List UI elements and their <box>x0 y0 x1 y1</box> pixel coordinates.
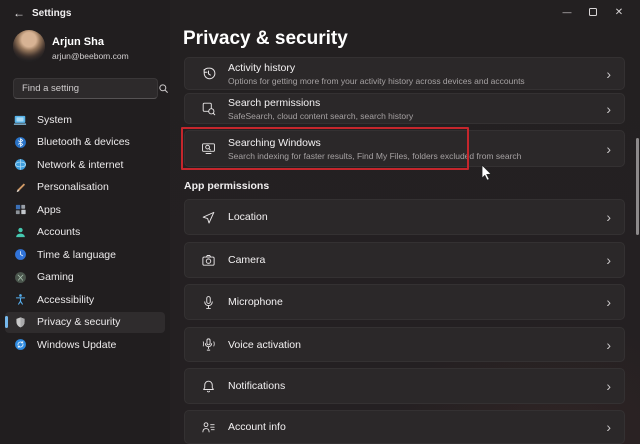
sidebar-item-label: Bluetooth & devices <box>37 136 130 148</box>
close-icon: ✕ <box>614 6 624 18</box>
chevron-right-icon: › <box>606 140 611 157</box>
sidebar-item-network-internet[interactable]: Network & internet <box>5 154 165 175</box>
sidebar-item-privacy-security[interactable]: Privacy & security <box>5 311 165 333</box>
card-title: Microphone <box>228 296 283 308</box>
card-account-info[interactable]: Account info › <box>184 410 625 444</box>
chevron-right-icon: › <box>606 209 611 225</box>
sidebar-item-accounts[interactable]: Accounts <box>5 222 165 243</box>
sidebar-item-time-language[interactable]: Time & language <box>5 244 165 265</box>
card-title: Camera <box>228 254 266 266</box>
chevron-right-icon: › <box>606 378 611 394</box>
card-title: Search permissions <box>228 96 321 109</box>
paintbrush-icon <box>13 180 27 194</box>
card-title: Location <box>228 211 268 223</box>
chevron-right-icon: › <box>606 252 611 268</box>
card-title: Notifications <box>228 380 286 392</box>
sidebar-item-personalisation[interactable]: Personalisation <box>5 177 165 198</box>
back-button[interactable]: ← <box>8 3 30 23</box>
sidebar-item-label: Apps <box>37 203 61 216</box>
sidebar-item-label: Gaming <box>37 271 74 283</box>
mouse-cursor-icon <box>481 164 493 181</box>
search-permissions-icon <box>200 101 216 117</box>
sidebar-item-apps[interactable]: Apps <box>5 199 165 220</box>
microphone-icon <box>200 294 216 310</box>
sidebar-item-label: Personalisation <box>37 181 109 193</box>
minimize-icon: — <box>562 7 572 17</box>
clock-icon <box>13 248 27 262</box>
minimize-button[interactable]: — <box>554 2 580 22</box>
sidebar-item-system[interactable]: System <box>5 109 165 130</box>
card-title: Account info <box>228 421 286 433</box>
camera-icon <box>200 252 216 268</box>
card-camera[interactable]: Camera › <box>184 242 625 278</box>
accessibility-person-icon <box>13 293 27 307</box>
apps-grid-icon <box>13 203 27 217</box>
selected-indicator <box>5 316 8 328</box>
back-arrow-icon: ← <box>13 6 25 20</box>
globe-icon <box>13 158 27 172</box>
close-button[interactable]: ✕ <box>606 2 632 22</box>
window-controls: — ✕ <box>554 2 632 22</box>
avatar[interactable] <box>13 30 45 62</box>
sidebar-nav: System Bluetooth & devices Network & int… <box>0 109 170 357</box>
chevron-right-icon: › <box>606 419 611 435</box>
bluetooth-icon <box>13 135 27 149</box>
bell-icon <box>200 378 216 394</box>
person-icon <box>13 225 27 239</box>
chevron-right-icon: › <box>606 65 611 82</box>
highlight-annotation-box <box>181 127 469 170</box>
sidebar-item-label: Privacy & security <box>37 316 121 328</box>
chevron-right-icon: › <box>606 294 611 310</box>
sidebar-item-accessibility[interactable]: Accessibility <box>5 289 165 310</box>
sidebar-item-bluetooth-devices[interactable]: Bluetooth & devices <box>5 132 165 153</box>
xbox-icon <box>13 270 27 284</box>
profile-email: arjun@beebom.com <box>52 51 129 61</box>
sidebar-item-windows-update[interactable]: Windows Update <box>5 334 165 355</box>
sidebar: Arjun Sha arjun@beebom.com System <box>0 26 170 444</box>
scrollbar[interactable] <box>636 138 639 235</box>
sidebar-item-label: Time & language <box>37 248 116 261</box>
shield-icon <box>13 315 27 329</box>
search-box[interactable] <box>13 78 168 99</box>
card-subtitle: SafeSearch, cloud content search, search… <box>228 110 414 121</box>
settings-window: ← Settings — ✕ Arjun Sha arjun@beebom.co… <box>0 0 640 444</box>
sidebar-item-label: Network & internet <box>37 158 124 171</box>
sidebar-item-label: Accessibility <box>37 293 95 306</box>
sidebar-item-gaming[interactable]: Gaming <box>5 267 165 288</box>
sidebar-item-label: Accounts <box>37 226 81 238</box>
maximize-button[interactable] <box>580 2 606 22</box>
card-notifications[interactable]: Notifications › <box>184 368 625 404</box>
voice-activation-icon <box>200 337 216 353</box>
maximize-icon <box>589 8 597 16</box>
location-icon <box>200 209 216 225</box>
card-title: Voice activation <box>228 338 301 351</box>
search-input[interactable] <box>14 83 158 94</box>
card-search-permissions[interactable]: Search permissions SafeSearch, cloud con… <box>184 93 625 124</box>
card-subtitle: Options for getting more from your activ… <box>228 75 525 86</box>
card-microphone[interactable]: Microphone › <box>184 284 625 320</box>
sidebar-item-label: System <box>37 113 73 126</box>
card-title: Activity history <box>228 61 296 74</box>
update-arrows-icon <box>13 338 27 352</box>
search-icon <box>158 83 169 94</box>
activity-history-icon <box>200 66 216 82</box>
chevron-right-icon: › <box>606 336 611 353</box>
system-icon <box>13 113 27 127</box>
app-title: Settings <box>32 8 72 19</box>
card-location[interactable]: Location › <box>184 199 625 235</box>
titlebar: ← Settings — ✕ <box>0 0 640 26</box>
chevron-right-icon: › <box>606 100 611 117</box>
sidebar-item-label: Windows Update <box>37 338 117 351</box>
page-title: Privacy & security <box>183 28 348 49</box>
card-voice-activation[interactable]: Voice activation › <box>184 327 625 362</box>
account-info-icon <box>200 419 216 435</box>
section-header-app-permissions: App permissions <box>184 180 270 192</box>
card-activity-history[interactable]: Activity history Options for getting mor… <box>184 57 625 90</box>
profile-name: Arjun Sha <box>52 36 104 48</box>
